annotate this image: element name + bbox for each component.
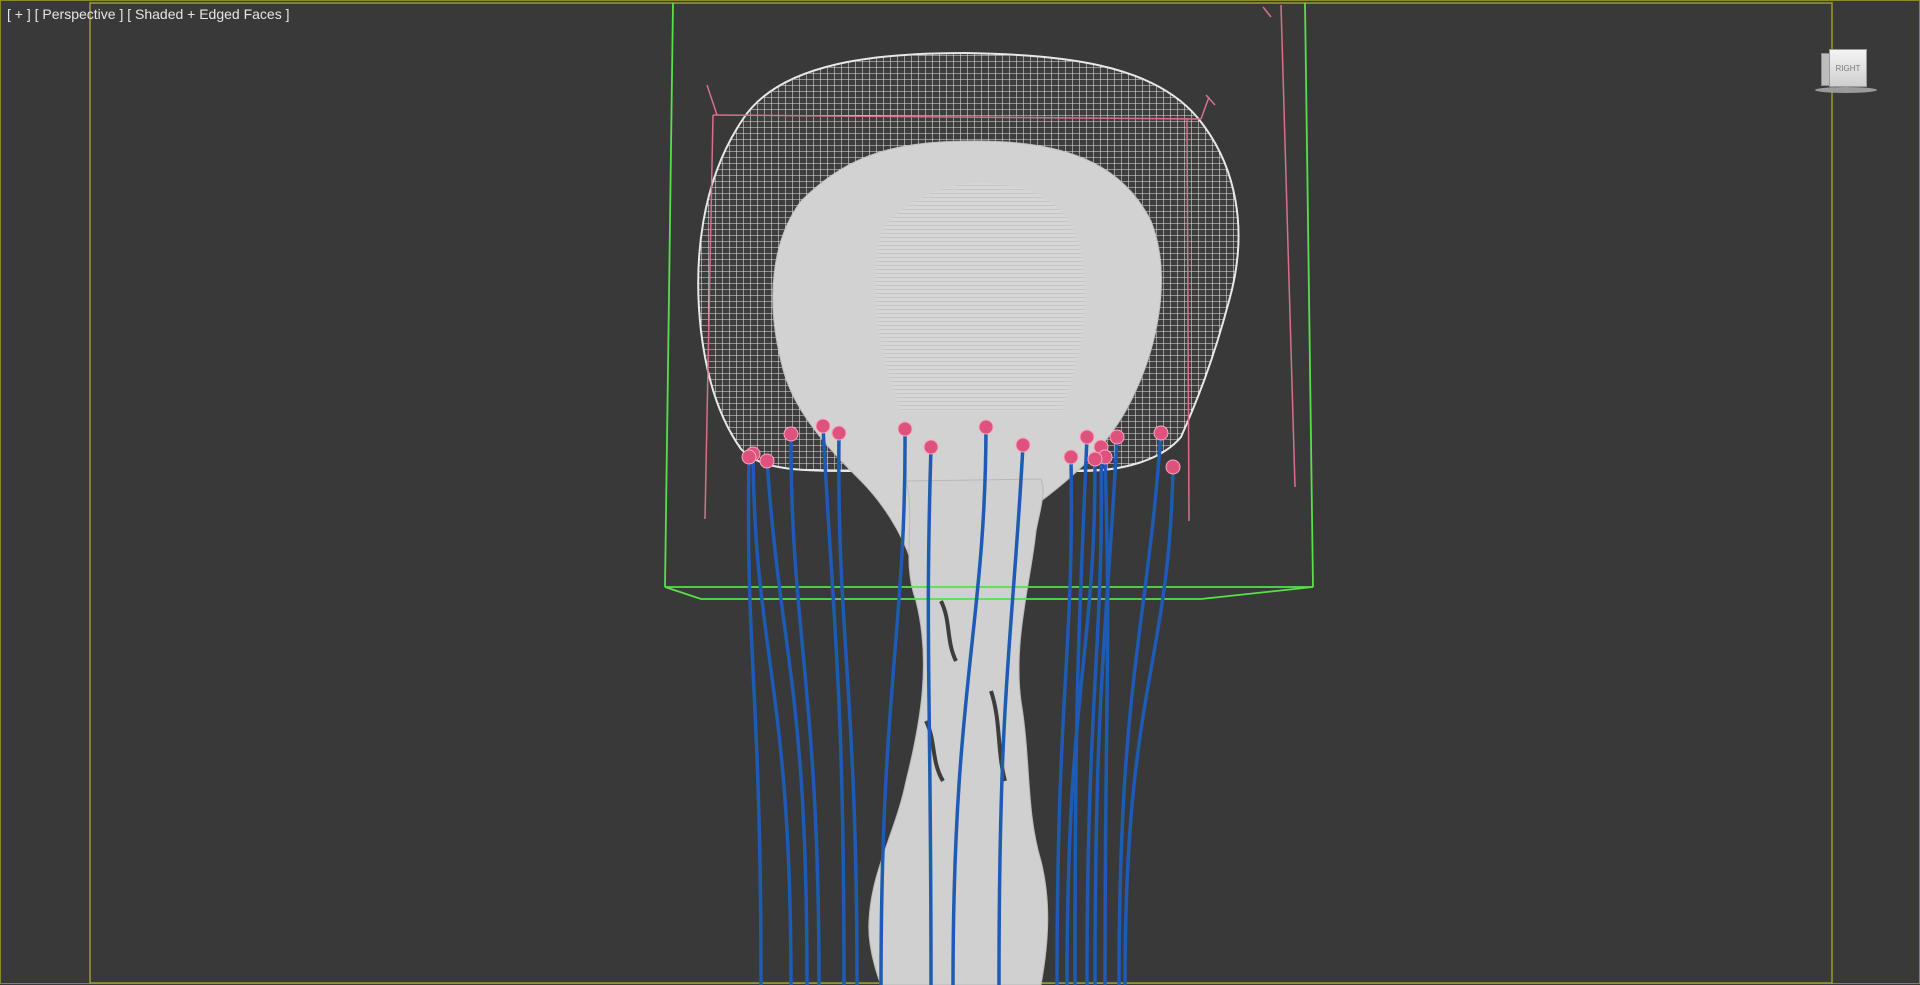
spline-vertex[interactable]: [1015, 437, 1031, 453]
spline-vertex[interactable]: [978, 419, 994, 435]
spline-vertex[interactable]: [815, 418, 831, 434]
viewport-scene[interactable]: [1, 1, 1920, 985]
jellyfish-oral-arms: [868, 478, 1049, 985]
jellyfish-inner-core: [874, 182, 1086, 411]
spline-vertex[interactable]: [1079, 429, 1095, 445]
tentacle-spline[interactable]: [1073, 435, 1089, 985]
spline-vertex[interactable]: [1165, 459, 1181, 475]
spline-vertex[interactable]: [1109, 429, 1125, 445]
spline-vertex[interactable]: [1087, 451, 1103, 467]
spline-vertex[interactable]: [1153, 425, 1169, 441]
viewport-view-button[interactable]: [ Perspective ]: [35, 6, 124, 22]
spline-vertex[interactable]: [831, 425, 847, 441]
spline-vertex[interactable]: [923, 439, 939, 455]
spline-vertex[interactable]: [897, 421, 913, 437]
viewport-shading-button[interactable]: [ Shaded + Edged Faces ]: [127, 6, 289, 22]
spline-vertex[interactable]: [741, 449, 757, 465]
spline-vertex[interactable]: [1063, 449, 1079, 465]
perspective-viewport[interactable]: [ + ] [ Perspective ] [ Shaded + Edged F…: [0, 0, 1920, 985]
tentacle-spline[interactable]: [837, 431, 859, 985]
viewport-label-bar: [ + ] [ Perspective ] [ Shaded + Edged F…: [7, 6, 290, 22]
viewcube-right-face[interactable]: RIGHT: [1829, 49, 1867, 87]
tentacle-spline[interactable]: [765, 459, 809, 985]
viewcube-icon[interactable]: RIGHT: [1815, 45, 1877, 97]
tentacle-spline[interactable]: [1103, 455, 1110, 985]
viewport-menu-button[interactable]: [ + ]: [7, 6, 31, 22]
spline-vertex[interactable]: [783, 426, 799, 442]
spline-vertex[interactable]: [759, 453, 775, 469]
